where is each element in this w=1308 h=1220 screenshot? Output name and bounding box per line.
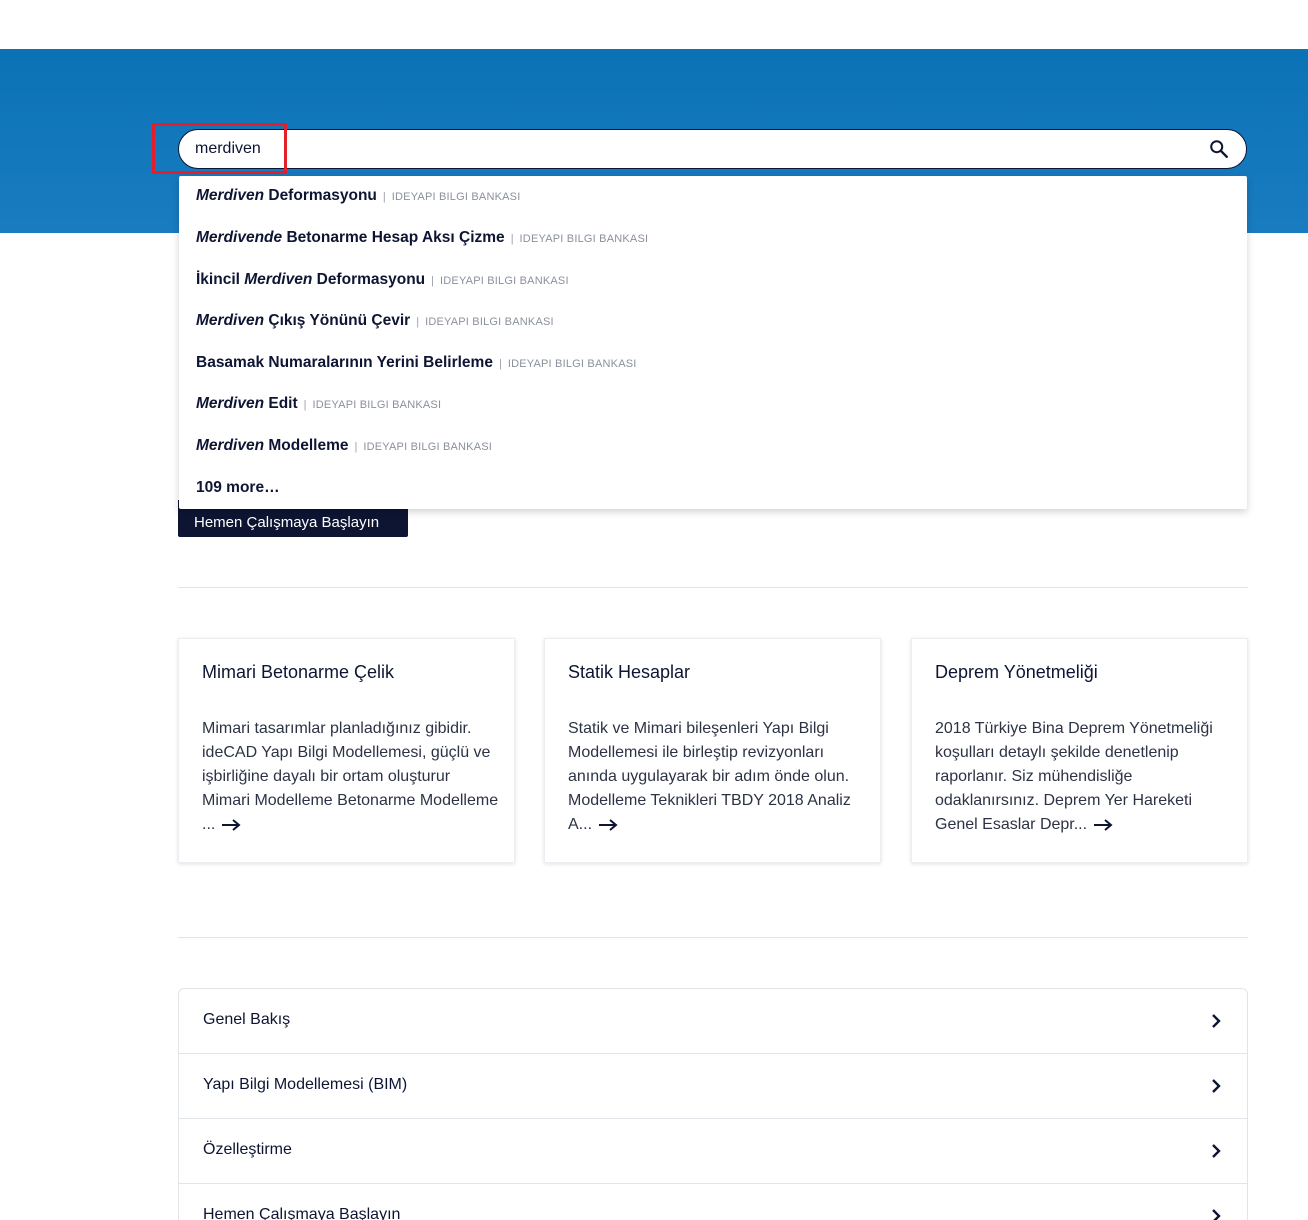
suggestion-separator: |	[431, 275, 435, 287]
suggestion-match: Merdiven	[196, 437, 265, 454]
search-input[interactable]	[195, 130, 1175, 167]
chevron-right-icon	[1212, 1079, 1221, 1093]
suggestion-item[interactable]: Merdivende Betonarme Hesap Aksı Çizme | ID…	[196, 226, 648, 250]
suggestion-separator: |	[303, 399, 307, 411]
divider	[178, 937, 1248, 938]
suggestion-source: IDEYAPI BILGI BANKASI	[519, 233, 649, 245]
feature-card[interactable]: Statik Hesaplar Statik ve Mimari bileşen…	[544, 638, 881, 863]
suggestion-match: Merdiven	[196, 187, 265, 204]
card-description: Statik ve Mimari bileşenleri Yapı Bilgi …	[568, 717, 868, 837]
suggestion-source: IDEYAPI BILGI BANKASI	[507, 358, 637, 370]
suggestion-item[interactable]: Merdiven Deformasyonu | IDEYAPI BILGI BANK…	[196, 184, 520, 208]
suggestion-prefix: İkincil	[196, 271, 245, 288]
chevron-right-icon	[1212, 1209, 1221, 1220]
suggestion-separator: |	[382, 191, 386, 203]
card-description-text: Statik ve Mimari bileşenleri Yapı Bilgi …	[568, 720, 851, 833]
search-icon[interactable]	[1208, 138, 1230, 160]
suggestion-item[interactable]: Basamak Numaralarının Yerini Belirleme | I…	[196, 351, 637, 375]
suggestion-source: IDEYAPI BILGI BANKASI	[363, 441, 493, 453]
suggestion-separator: |	[354, 441, 358, 453]
arrow-right-icon[interactable]	[598, 818, 618, 831]
arrow-right-icon[interactable]	[221, 818, 241, 831]
feature-card[interactable]: Mimari Betonarme Çelik Mimari tasarımlar…	[178, 638, 515, 863]
suggestion-item[interactable]: Merdiven Modelleme | IDEYAPI BILGI BANKASI	[196, 434, 492, 458]
suggestion-item[interactable]: İkincil Merdiven Deformasyonu | IDEYAPI BI…	[196, 268, 569, 292]
suggestion-item[interactable]: Merdiven Çıkış Yönünü Çevir | IDEYAPI BILG…	[196, 309, 554, 333]
suggestion-source: IDEYAPI BILGI BANKASI	[391, 191, 521, 203]
card-description: 2018 Türkiye Bina Deprem Yönetmeliği koş…	[935, 717, 1235, 837]
chevron-right-icon	[1212, 1144, 1221, 1158]
accordion-item[interactable]: Yapı Bilgi Modellemesi (BIM)	[179, 1054, 1247, 1119]
suggestion-match: Merdiven	[196, 395, 265, 412]
suggestion-text: Deformasyonu	[264, 187, 377, 204]
accordion-item[interactable]: Genel Bakış	[179, 989, 1247, 1054]
suggestion-source: IDEYAPI BILGI BANKASI	[440, 275, 569, 287]
suggestion-separator: |	[498, 358, 502, 370]
card-description-text: 2018 Türkiye Bina Deprem Yönetmeliği koş…	[935, 720, 1213, 833]
accordion-item-label: Genel Bakış	[203, 1011, 291, 1028]
arrow-right-icon[interactable]	[1093, 818, 1113, 831]
suggestion-source: IDEYAPI BILGI BANKASI	[312, 399, 442, 411]
accordion-item-label: Yapı Bilgi Modellemesi (BIM)	[203, 1076, 408, 1093]
card-title: Statik Hesaplar	[568, 662, 691, 682]
accordion-item-label: Özelleştirme	[203, 1141, 292, 1158]
suggestion-text: Edit	[264, 395, 298, 412]
chevron-right-icon	[1212, 1014, 1221, 1028]
accordion-item[interactable]: Özelleştirme	[179, 1119, 1247, 1184]
suggestion-text: Deformasyonu	[312, 271, 426, 288]
card-description-text: Mimari tasarımlar planladığınız gibidir.…	[202, 720, 499, 833]
suggestion-source: IDEYAPI BILGI BANKASI	[425, 316, 554, 328]
suggestion-separator: |	[416, 316, 420, 328]
accordion-item[interactable]: Hemen Çalışmaya Başlayın	[179, 1184, 1247, 1220]
suggestion-text: Modelleme	[264, 437, 349, 454]
suggestion-item[interactable]: Merdiven Edit | IDEYAPI BILGI BANKASI	[196, 392, 441, 416]
page: Merdiven Deformasyonu | IDEYAPI BILGI BANK…	[0, 0, 1308, 1220]
suggestion-separator: |	[510, 233, 514, 245]
suggestion-text: Basamak Numaralarının Yerini Belirleme	[196, 354, 493, 371]
search-box[interactable]	[178, 129, 1247, 169]
divider	[178, 587, 1248, 588]
card-title: Deprem Yönetmeliği	[935, 662, 1098, 682]
feature-card[interactable]: Deprem Yönetmeliği 2018 Türkiye Bina Dep…	[911, 638, 1248, 863]
suggestion-match: Merdivende	[196, 229, 283, 246]
suggestion-match: Merdiven	[244, 271, 313, 288]
suggestion-match: Merdiven	[196, 312, 265, 329]
suggestions-more-link[interactable]: 109 more…	[196, 476, 280, 500]
card-title: Mimari Betonarme Çelik	[202, 662, 395, 682]
suggestion-text: Betonarme Hesap Aksı Çizme	[282, 229, 505, 246]
card-description: Mimari tasarımlar planladığınız gibidir.…	[202, 717, 502, 837]
accordion-list: Genel Bakış Yapı Bilgi Modellemesi (BIM)…	[178, 988, 1248, 1220]
search-suggestions-dropdown: Merdiven Deformasyonu | IDEYAPI BILGI BANK…	[179, 176, 1247, 509]
accordion-item-label: Hemen Çalışmaya Başlayın	[203, 1206, 401, 1220]
suggestion-text: Çıkış Yönünü Çevir	[264, 312, 411, 329]
